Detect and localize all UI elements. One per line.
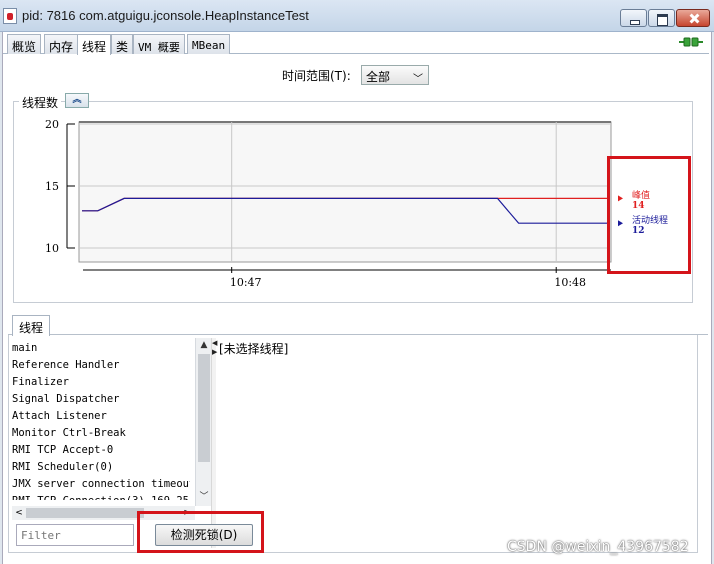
thread-tab-strip: 线程 [8,315,708,336]
thread-list-vscrollbar[interactable]: ▲ ﹀ [195,338,211,506]
thread-detail-text: [未选择线程] [219,342,289,356]
thread-list-item[interactable]: RMI Scheduler(0) [12,459,190,476]
thread-list-item[interactable]: Reference Handler [12,357,190,374]
split-right-icon[interactable]: ▶ [212,349,217,356]
vscroll-thumb[interactable] [198,354,210,462]
scroll-down-icon[interactable]: ﹀ [196,490,212,504]
close-button[interactable] [676,9,710,27]
x-tick-label: 10:47 [230,276,262,289]
thread-list-item[interactable]: JMX server connection timeout [12,476,190,493]
tab-thread-list[interactable]: 线程 [12,315,50,336]
y-tick-label: 10 [45,242,59,255]
plot-area [78,121,612,263]
button-highlight-box [137,511,264,553]
window-titlebar[interactable]: pid: 7816 com.atguigu.jconsole.HeapInsta… [0,0,714,32]
thread-list-item[interactable]: Monitor Ctrl-Break [12,425,190,442]
watermark-text: CSDN @weixin_43967582 [507,539,689,555]
thread-list-item[interactable]: main [12,340,190,357]
window-client: 概览 内存 线程 类 VM 概要 MBean 时间范围(T): 全部 ﹀ 线程数… [2,32,712,564]
thread-list[interactable]: main Reference Handler Finalizer Signal Dis… [12,340,190,500]
y-tick-label: 15 [45,180,59,193]
thread-list-item[interactable]: Signal Dispatcher [12,391,190,408]
thread-count-chart: 10152010:47 10:48峰值14活动线程12 [45,118,668,289]
split-left-icon[interactable]: ◀ [212,340,217,347]
x-tick-label: 10:48 [554,276,586,289]
thread-list-item[interactable]: Finalizer [12,374,190,391]
maximize-button[interactable] [648,9,675,27]
thread-list-item[interactable]: RMI TCP Connection(3)-169.254 [12,493,190,500]
java-app-icon [3,8,17,24]
legend-highlight-box [607,156,691,274]
filter-input[interactable] [16,524,134,546]
thread-list-item[interactable]: RMI TCP Accept-0 [12,442,190,459]
scroll-up-icon[interactable]: ▲ [196,338,212,352]
minimize-button[interactable] [620,9,647,27]
hscroll-thumb[interactable] [26,508,144,518]
thread-list-item[interactable]: Attach Listener [12,408,190,425]
y-tick-label: 20 [45,118,59,131]
scroll-left-icon[interactable]: < [12,506,26,520]
window-title: pid: 7816 com.atguigu.jconsole.HeapInsta… [22,8,309,23]
